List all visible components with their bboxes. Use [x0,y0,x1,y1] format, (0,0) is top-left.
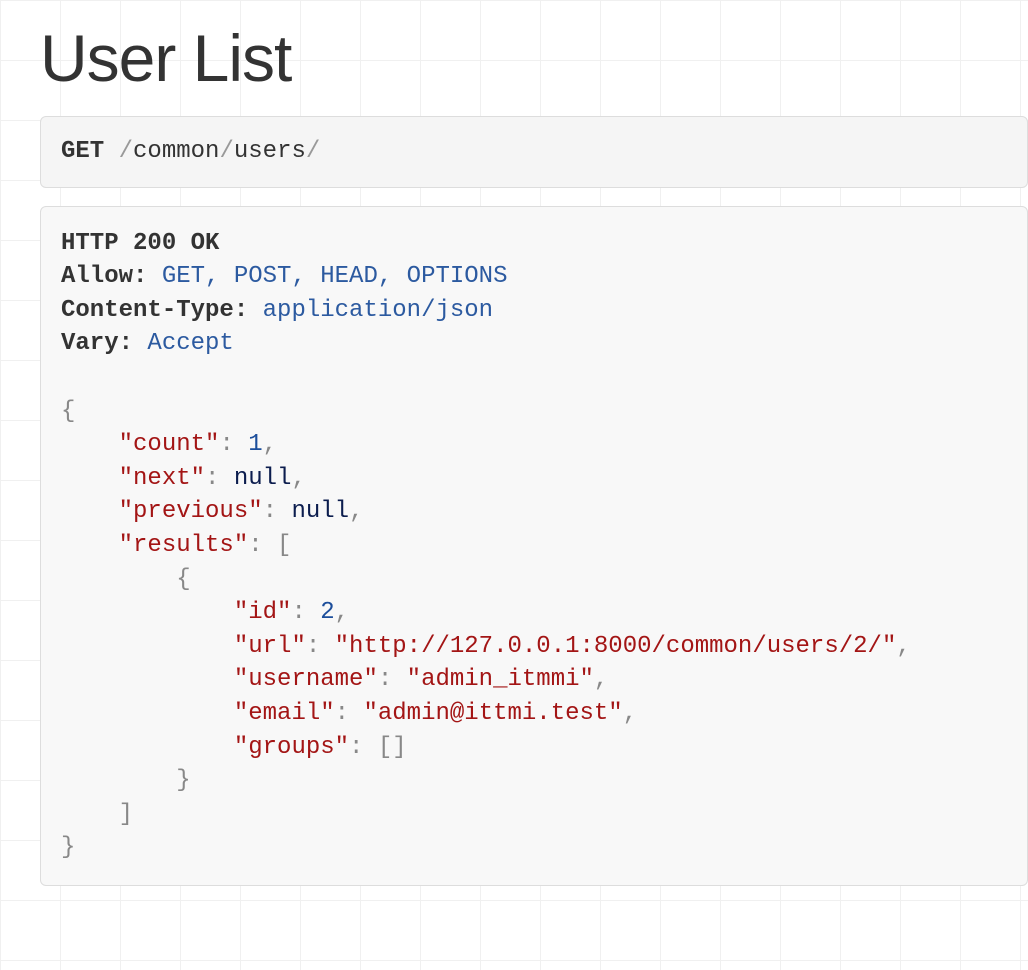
json-comma: , [335,599,349,626]
json-id-value: 2 [320,599,334,626]
json-email-value: "admin@ittmi.test" [363,700,622,727]
json-line: "results": [ [61,529,1007,563]
json-comma: , [623,700,637,727]
response-box: HTTP 200 OK Allow: GET, POST, HEAD, OPTI… [40,206,1028,886]
json-key-username: "username" [234,666,378,693]
json-colon: : [291,599,305,626]
json-line: "url": "http://127.0.0.1:8000/common/use… [61,630,1007,664]
json-brace-close: } [61,834,75,861]
path-slash: / [219,138,233,165]
json-url-value: "http://127.0.0.1:8000/common/users/2/" [335,633,897,660]
json-bracket-open: [ [277,532,291,559]
json-colon: : [219,431,233,458]
content-type-value: application/json [263,297,493,324]
json-key-next: "next" [119,465,205,492]
json-line: "previous": null, [61,495,1007,529]
allow-value: GET, POST, HEAD, OPTIONS [162,263,508,290]
json-groups-open: [ [378,734,392,761]
request-path: /common/users/ [119,138,321,165]
json-colon: : [248,532,262,559]
json-username-value: "admin_itmmi" [407,666,594,693]
json-colon: : [263,498,277,525]
json-line: "groups": [] [61,731,1007,765]
allow-header-line: Allow: GET, POST, HEAD, OPTIONS [61,260,1007,294]
json-line: "count": 1, [61,428,1007,462]
allow-label: Allow: [61,263,147,290]
json-previous-value: null [291,498,349,525]
json-line: "email": "admin@ittmi.test", [61,697,1007,731]
json-brace-close: } [176,767,190,794]
json-comma: , [263,431,277,458]
json-line: } [61,831,1007,865]
json-line: "next": null, [61,462,1007,496]
vary-header-line: Vary: Accept [61,327,1007,361]
vary-value: Accept [147,330,233,357]
http-status-line: HTTP 200 OK [61,227,1007,261]
path-segment: common [133,138,219,165]
json-comma: , [349,498,363,525]
json-line: "id": 2, [61,596,1007,630]
request-method: GET [61,138,104,165]
json-key-results: "results" [119,532,249,559]
json-comma: , [594,666,608,693]
json-colon: : [205,465,219,492]
json-bracket-close: ] [119,801,133,828]
json-comma: , [291,465,305,492]
blank-line [61,361,1007,395]
json-colon: : [335,700,349,727]
content-type-label: Content-Type: [61,297,248,324]
json-next-value: null [234,465,292,492]
path-slash: / [306,138,320,165]
content-type-header-line: Content-Type: application/json [61,294,1007,328]
json-line: { [61,563,1007,597]
json-key-groups: "groups" [234,734,349,761]
json-colon: : [349,734,363,761]
json-line: } [61,764,1007,798]
request-box: GET /common/users/ [40,116,1028,188]
http-status: HTTP 200 OK [61,230,219,257]
json-colon: : [378,666,392,693]
json-line: { [61,395,1007,429]
json-line: "username": "admin_itmmi", [61,663,1007,697]
json-count-value: 1 [248,431,262,458]
page-title: User List [40,20,1028,96]
json-brace-open: { [176,566,190,593]
json-key-url: "url" [234,633,306,660]
json-comma: , [896,633,910,660]
json-key-previous: "previous" [119,498,263,525]
json-key-count: "count" [119,431,220,458]
json-colon: : [306,633,320,660]
json-key-email: "email" [234,700,335,727]
json-brace-open: { [61,398,75,425]
path-slash: / [119,138,133,165]
path-segment: users [234,138,306,165]
json-line: ] [61,798,1007,832]
json-key-id: "id" [234,599,292,626]
json-groups-close: ] [392,734,406,761]
vary-label: Vary: [61,330,133,357]
